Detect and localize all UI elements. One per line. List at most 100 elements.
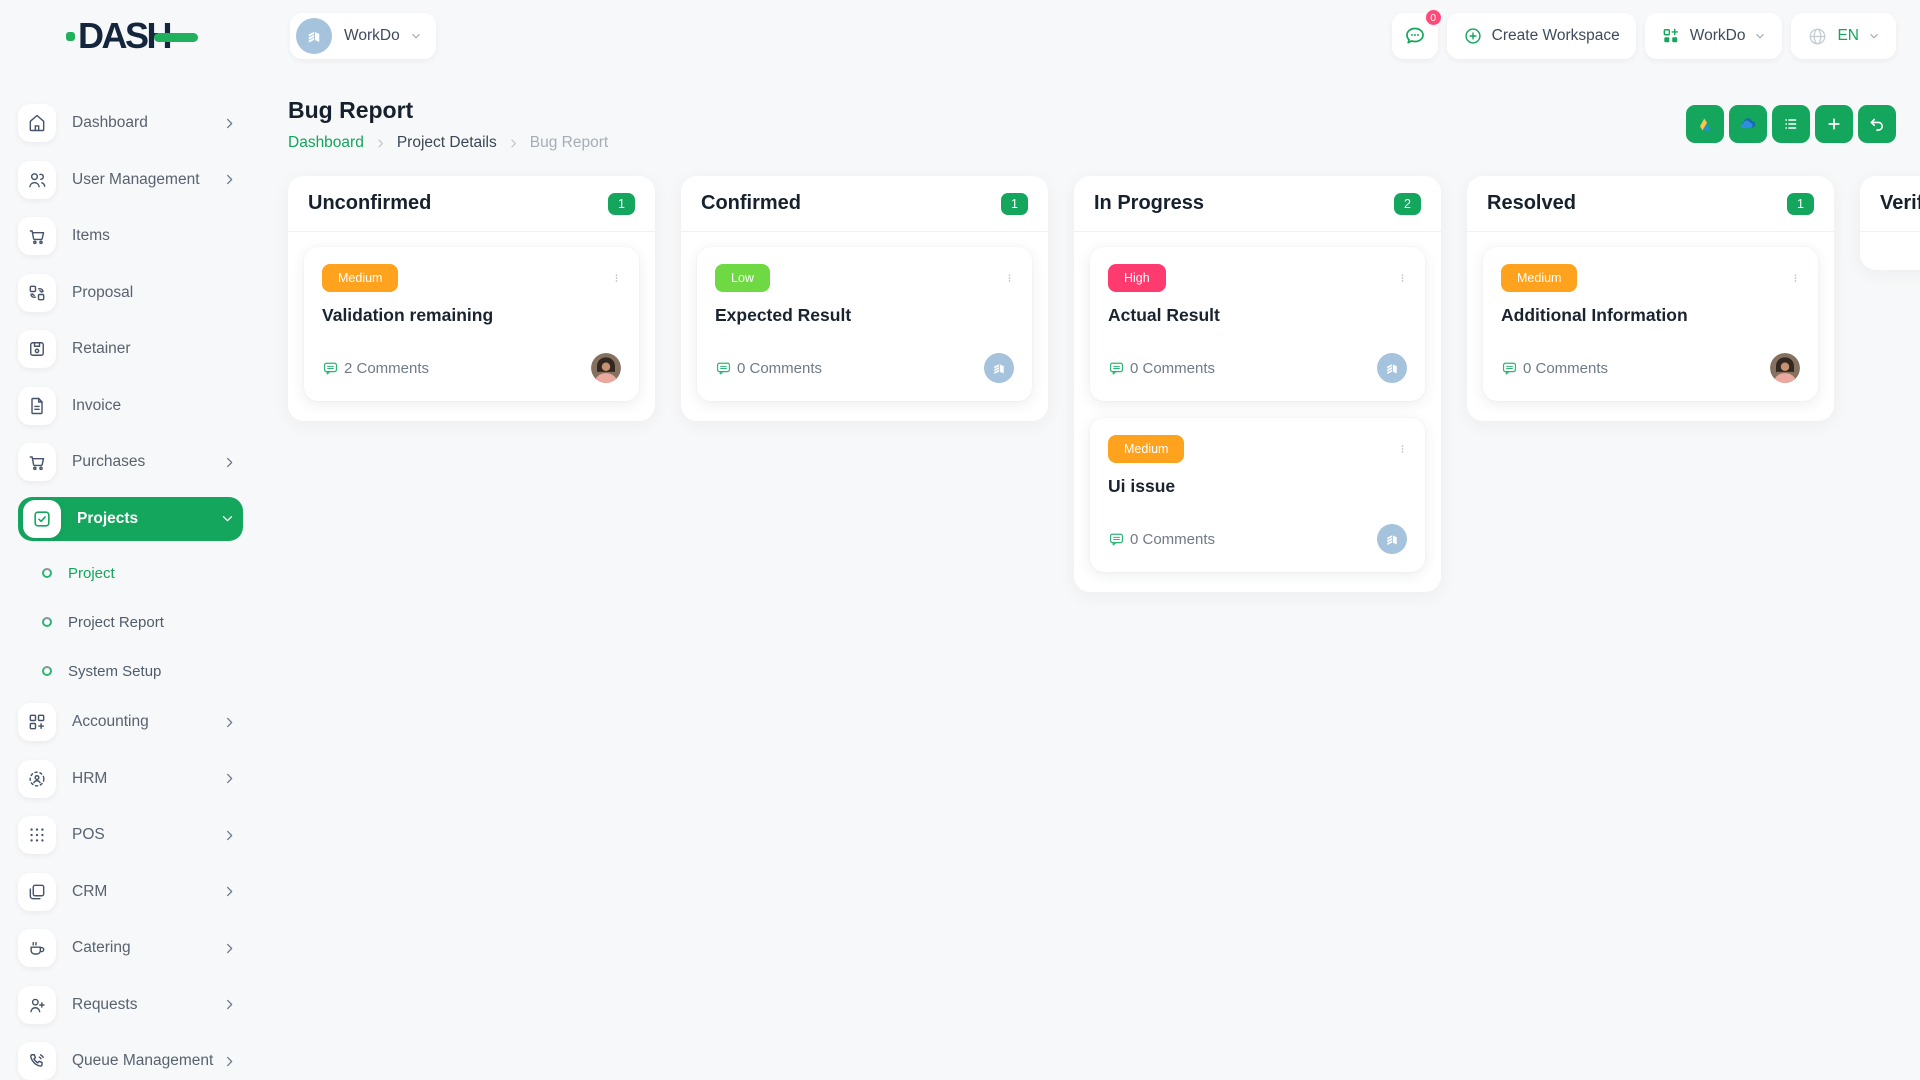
chat-icon (1403, 24, 1427, 48)
sidebar-item-label: Catering (72, 939, 222, 957)
workspace-avatar (1377, 524, 1407, 554)
sidebar-item-queue-management[interactable]: Queue Management (18, 1039, 243, 1080)
card-menu-button[interactable] (1784, 263, 1806, 293)
task-card[interactable]: High Actual Result 0 Comments (1090, 247, 1425, 401)
card-footer: 0 Comments (1501, 353, 1800, 383)
chevron-right-icon (222, 884, 237, 899)
column-confirmed: Confirmed 1 Low Expected Result 0 Commen… (681, 176, 1048, 421)
topbar-right: 0 Create Workspace WorkDo EN (1392, 13, 1896, 59)
workspace-avatar (1377, 353, 1407, 383)
chevron-right-icon (222, 771, 237, 786)
priority-badge: Low (715, 264, 770, 292)
task-card[interactable]: Medium Additional Information 0 Comments (1483, 247, 1818, 401)
sidebar-item-hrm[interactable]: HRM (18, 757, 243, 801)
kanban-board: Unconfirmed 1 Medium Validation remainin… (257, 152, 1920, 1080)
priority-badge: High (1108, 264, 1166, 292)
sidebar-item-catering[interactable]: Catering (18, 926, 243, 970)
task-card[interactable]: Medium Ui issue 0 Comments (1090, 418, 1425, 572)
sidebar-item-label: Projects (77, 510, 220, 528)
sidebar-item-label: User Management (72, 171, 222, 189)
comments-count: 0 Comments (1108, 360, 1215, 377)
sidebar-item-purchases[interactable]: Purchases (18, 440, 243, 484)
priority-badge: Medium (322, 264, 398, 292)
chevron-right-icon (507, 137, 520, 150)
sidebar-item-accounting[interactable]: Accounting (18, 700, 243, 744)
grid-plus-icon (18, 703, 56, 741)
kebab-icon (1005, 266, 1014, 290)
sidebar-item-invoice[interactable]: Invoice (18, 384, 243, 428)
workdo-menu-label: WorkDo (1690, 27, 1746, 45)
logo-dash-bar (154, 33, 198, 42)
brand-logo[interactable]: DASH (66, 15, 198, 57)
card-menu-button[interactable] (1391, 263, 1413, 293)
card-title: Actual Result (1108, 305, 1407, 326)
messages-count-badge: 0 (1424, 8, 1443, 27)
column-title: Confirmed (701, 192, 801, 215)
comments-label: 2 Comments (344, 360, 429, 377)
column-body (1860, 232, 1920, 270)
column-count-badge: 1 (1001, 193, 1028, 215)
breadcrumb-current: Bug Report (530, 134, 608, 152)
task-card[interactable]: Medium Validation remaining 2 Comments (304, 247, 639, 401)
chevron-right-icon (374, 137, 387, 150)
sidebar-item-requests[interactable]: Requests (18, 983, 243, 1027)
create-workspace-label: Create Workspace (1492, 27, 1620, 45)
sidebar-item-pos[interactable]: POS (18, 813, 243, 857)
column-count-badge: 1 (608, 193, 635, 215)
sidebar-item-retainer[interactable]: Retainer (18, 327, 243, 371)
workspace-avatar (296, 18, 332, 54)
sidebar-item-projects[interactable]: Projects (18, 497, 243, 541)
breadcrumb-dashboard-link[interactable]: Dashboard (288, 134, 364, 152)
chevron-down-icon (1868, 30, 1880, 42)
cart-icon (18, 443, 56, 481)
google-drive-button[interactable] (1686, 105, 1724, 143)
sidebar-item-label: HRM (72, 770, 222, 788)
column-count-badge: 2 (1394, 193, 1421, 215)
comments-label: 0 Comments (1130, 360, 1215, 377)
app-root: DASH Dashboard User Management Items P (0, 0, 1920, 1080)
chevron-right-icon (222, 715, 237, 730)
globe-icon (1807, 26, 1828, 47)
card-title: Ui issue (1108, 476, 1407, 497)
column-body: Medium Validation remaining 2 Comments (288, 232, 655, 421)
chevron-down-icon (410, 30, 422, 42)
language-menu[interactable]: EN (1791, 13, 1896, 59)
card-menu-button[interactable] (605, 263, 627, 293)
onedrive-button[interactable] (1729, 105, 1767, 143)
chevron-right-icon (222, 116, 237, 131)
chevron-down-icon (220, 511, 235, 526)
sidebar-subitem-label: Project (68, 565, 115, 582)
kebab-icon (1398, 437, 1407, 461)
comment-icon (1108, 531, 1125, 548)
task-card[interactable]: Low Expected Result 0 Comments (697, 247, 1032, 401)
sidebar-item-proposal[interactable]: Proposal (18, 271, 243, 315)
plus-circle-icon (1463, 26, 1483, 46)
sidebar-subitem-project[interactable]: Project (18, 553, 243, 593)
sidebar-item-user-management[interactable]: User Management (18, 158, 243, 202)
google-drive-icon (1695, 114, 1715, 134)
sidebar-subitem-project-report[interactable]: Project Report (18, 602, 243, 642)
sidebar-item-dashboard[interactable]: Dashboard (18, 101, 243, 145)
create-workspace-button[interactable]: Create Workspace (1447, 13, 1636, 59)
workspace-selector[interactable]: WorkDo (290, 13, 436, 59)
sidebar-subitem-system-setup[interactable]: System Setup (18, 651, 243, 691)
workdo-menu[interactable]: WorkDo (1645, 13, 1783, 59)
comments-label: 0 Comments (1130, 531, 1215, 548)
page-header: Bug Report Dashboard Project Details Bug… (257, 72, 1920, 152)
sidebar-item-crm[interactable]: CRM (18, 870, 243, 914)
column-header: In Progress 2 (1074, 176, 1441, 232)
column-count-badge: 1 (1787, 193, 1814, 215)
messages-button[interactable]: 0 (1392, 13, 1438, 59)
workspace-avatar (984, 353, 1014, 383)
breadcrumb-project-details-link[interactable]: Project Details (397, 134, 497, 152)
add-button[interactable] (1815, 105, 1853, 143)
column-resolved: Resolved 1 Medium Additional Information… (1467, 176, 1834, 421)
list-view-button[interactable] (1772, 105, 1810, 143)
card-menu-button[interactable] (1391, 434, 1413, 464)
sidebar-item-label: Requests (72, 996, 222, 1014)
card-menu-button[interactable] (998, 263, 1020, 293)
back-button[interactable] (1858, 105, 1896, 143)
sidebar-item-items[interactable]: Items (18, 214, 243, 258)
sidebar-item-label: Invoice (72, 397, 243, 415)
user-plus-icon (18, 986, 56, 1024)
